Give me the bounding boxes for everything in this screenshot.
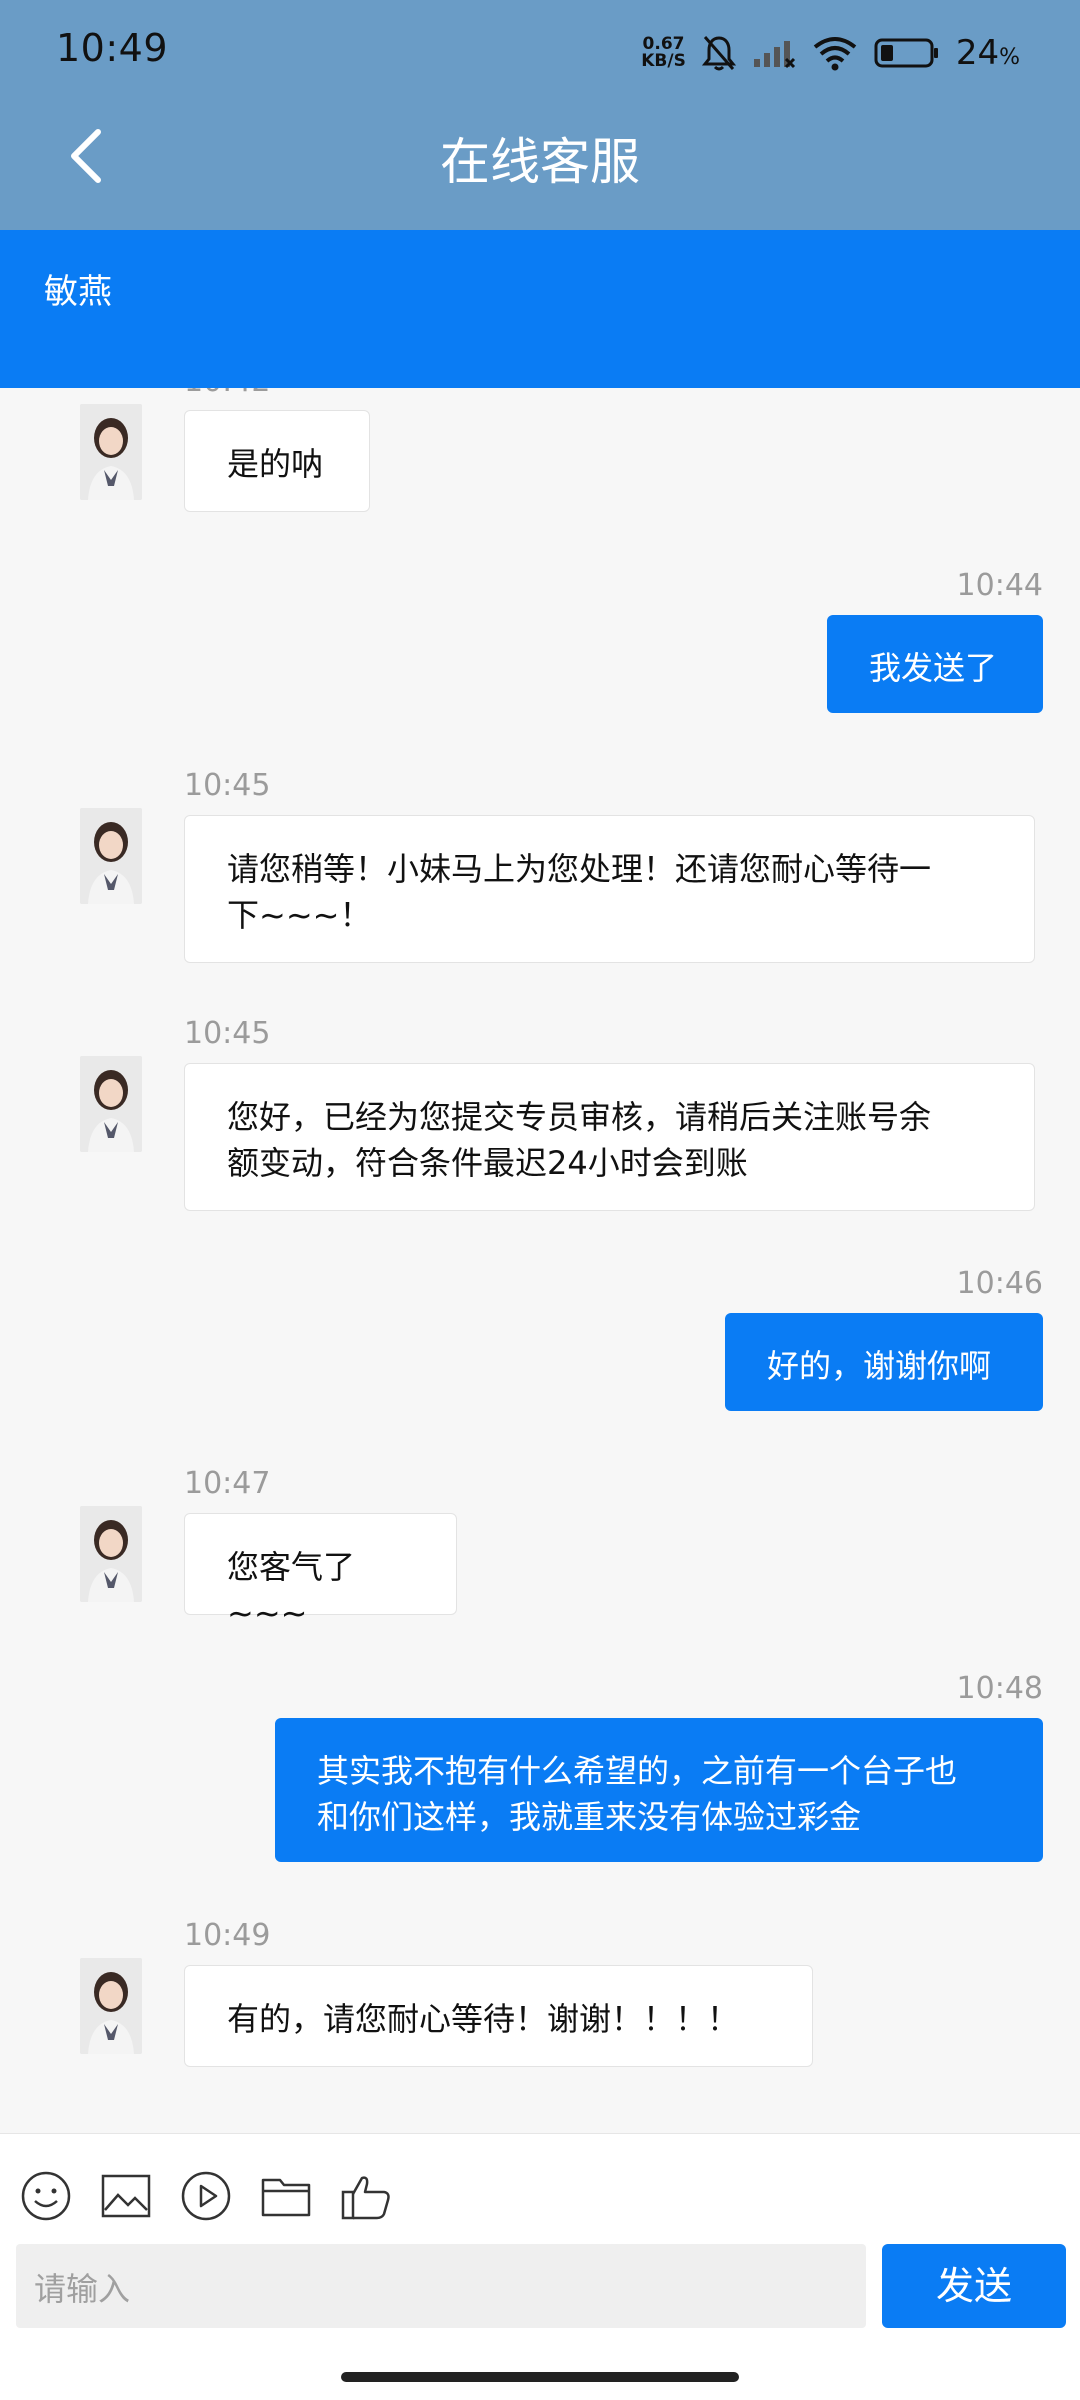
chat-message: 10:48 其实我不抱有什么希望的，之前有一个台子也 和你们这样，我就重来没有体… — [0, 1671, 1080, 1871]
header: 在线客服 — [0, 100, 1080, 230]
avatar[interactable] — [80, 404, 142, 500]
message-bubble[interactable]: 您好，已经为您提交专员审核，请稍后关注账号余 额变动，符合条件最迟24小时会到账 — [184, 1063, 1035, 1211]
message-text-line: 下~~~！ — [227, 896, 372, 934]
avatar[interactable] — [80, 1958, 142, 2054]
message-bubble[interactable]: 我发送了 — [827, 615, 1043, 713]
message-time: 10:48 — [956, 1671, 1043, 1706]
message-bubble[interactable]: 请您稍等！小妹马上为您处理！还请您耐心等待一 下~~~！ — [184, 815, 1035, 963]
agent-avatar-image — [80, 404, 142, 500]
agent-avatar-image — [80, 1056, 142, 1152]
message-text-line: 其实我不抱有什么希望的，之前有一个台子也 — [317, 1752, 958, 1790]
status-icons: 0.67 KB/S 24% — [641, 28, 1020, 78]
agent-avatar-image — [80, 1958, 142, 2054]
top-bar: 10:49 0.67 KB/S 24% 在线客服 — [0, 0, 1080, 230]
message-time: 10:47 — [184, 1466, 271, 1501]
message-text-line: 额变动，符合条件最迟24小时会到账 — [227, 1144, 748, 1182]
folder-icon[interactable] — [260, 2170, 312, 2222]
message-bubble[interactable]: 其实我不抱有什么希望的，之前有一个台子也 和你们这样，我就重来没有体验过彩金 — [275, 1718, 1043, 1862]
agent-avatar-image — [80, 808, 142, 904]
chat-message: 10:46 好的，谢谢你啊 — [0, 1266, 1080, 1426]
message-text: 您客气了~~~ — [227, 1548, 356, 1632]
chat-list[interactable]: 10:42 是的呐 10:44 我发送了 10:45 — [0, 388, 1080, 2133]
message-text: 好的，谢谢你啊 — [767, 1347, 992, 1385]
message-time: 10:42 — [184, 388, 270, 399]
message-time: 10:44 — [956, 568, 1043, 603]
agent-bar: 敏燕 — [0, 230, 1080, 388]
net-speed-unit: KB/S — [641, 51, 686, 71]
bell-muted-icon — [701, 36, 736, 71]
net-speed: 0.67 KB/S — [641, 36, 686, 70]
chat-message: 10:49 有的，请您耐心等待！谢谢！！！！ — [0, 1918, 1080, 2078]
status-bar: 10:49 0.67 KB/S 24% — [0, 0, 1080, 100]
message-input[interactable]: 请输入 — [16, 2244, 866, 2328]
message-time: 10:46 — [956, 1266, 1043, 1301]
message-bubble[interactable]: 您客气了~~~ — [184, 1513, 457, 1632]
message-text: 是的呐 — [227, 445, 324, 483]
chat-message: 10:47 您客气了~~~ — [0, 1466, 1080, 1632]
message-bubble[interactable]: 有的，请您耐心等待！谢谢！！！！ — [184, 1965, 813, 2067]
avatar[interactable] — [80, 1056, 142, 1152]
image-icon[interactable] — [100, 2170, 152, 2222]
battery-percent: 24% — [956, 33, 1020, 73]
battery-icon — [874, 38, 938, 68]
message-time: 10:45 — [184, 1016, 271, 1051]
avatar[interactable] — [80, 1506, 142, 1602]
send-button[interactable]: 发送 — [882, 2244, 1066, 2328]
message-text-line: 和你们这样，我就重来没有体验过彩金 — [317, 1798, 862, 1836]
message-text-line: 请您稍等！小妹马上为您处理！还请您耐心等待一 — [227, 850, 932, 888]
agent-name: 敏燕 — [44, 272, 112, 312]
chat-message: 10:44 我发送了 — [0, 568, 1080, 728]
video-icon[interactable] — [180, 2170, 232, 2222]
message-text-line: 您好，已经为您提交专员审核，请稍后关注账号余 — [227, 1098, 932, 1136]
message-time: 10:45 — [184, 768, 271, 803]
message-bubble[interactable]: 好的，谢谢你啊 — [725, 1313, 1043, 1411]
home-indicator[interactable] — [341, 2372, 739, 2382]
chat-message: 10:45 请您稍等！小妹马上为您处理！还请您耐心等待一 下~~~！ — [0, 768, 1080, 968]
thumbs-up-icon[interactable] — [340, 2170, 392, 2222]
message-bubble[interactable]: 是的呐 — [184, 410, 370, 512]
status-time: 10:49 — [56, 26, 169, 70]
avatar[interactable] — [80, 808, 142, 904]
composer-toolbar — [20, 2170, 392, 2230]
page-title: 在线客服 — [440, 133, 640, 191]
signal-icon — [753, 41, 795, 69]
wifi-icon — [813, 37, 857, 71]
chat-message: 10:45 您好，已经为您提交专员审核，请稍后关注账号余 额变动，符合条件最迟2… — [0, 1016, 1080, 1216]
emoji-icon[interactable] — [20, 2170, 72, 2222]
battery-percent-unit: % — [999, 45, 1020, 70]
message-text: 有的，请您耐心等待！谢谢！！！！ — [227, 2000, 740, 2038]
chat-message: 10:42 是的呐 — [0, 388, 1080, 548]
message-text: 我发送了 — [869, 649, 998, 687]
agent-avatar-image — [80, 1506, 142, 1602]
message-time: 10:49 — [184, 1918, 271, 1953]
composer-bar: 请输入 发送 — [0, 2133, 1080, 2400]
battery-percent-value: 24 — [955, 33, 1000, 73]
